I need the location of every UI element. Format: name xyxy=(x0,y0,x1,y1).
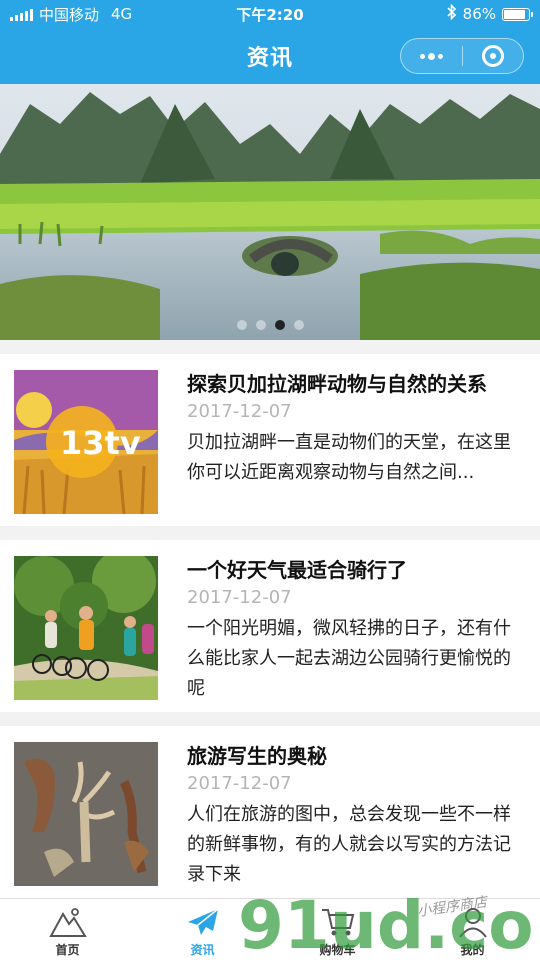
battery-percent: 86% xyxy=(462,5,496,23)
article-title: 旅游写生的奥秘 xyxy=(187,744,327,768)
article-thumbnail xyxy=(14,742,158,886)
nav-bar: 资讯 xyxy=(0,28,540,84)
page-title: 资讯 xyxy=(246,46,293,71)
banner-dot[interactable] xyxy=(236,320,247,330)
article-card[interactable]: 一个好天气最适合骑行了 2017-12-07 一个阳光明媚，微风轻拂的日子，还有… xyxy=(0,540,540,712)
tab-label: 我的 xyxy=(460,943,485,957)
banner-dot[interactable] xyxy=(255,320,266,330)
banner-dot[interactable] xyxy=(293,320,304,330)
close-mini-program-icon xyxy=(481,45,504,67)
app-screen: 中国移动 4G 下午2:20 86% 资讯 13tv 探索贝加拉湖畔动物与自然的… xyxy=(0,0,540,960)
tab-label: 资讯 xyxy=(190,943,215,957)
network-label: 4G xyxy=(111,5,133,23)
signal-icon xyxy=(10,7,33,21)
airplane-icon xyxy=(184,905,222,939)
article-date: 2017-12-07 xyxy=(187,587,292,608)
article-date: 2017-12-07 xyxy=(187,773,292,794)
thumbnail-logo-text: 13tv xyxy=(60,424,141,462)
article-card[interactable]: 13tv 探索贝加拉湖畔动物与自然的关系 2017-12-07 贝加拉湖畔一直是… xyxy=(0,354,540,526)
banner-indicator xyxy=(0,320,540,330)
banner-carousel[interactable] xyxy=(0,84,540,340)
user-icon xyxy=(454,905,492,939)
tab-cart[interactable]: 购物车 xyxy=(270,899,405,960)
tab-label: 购物车 xyxy=(319,943,356,957)
article-thumbnail: 13tv xyxy=(14,370,158,514)
status-bar: 中国移动 4G 下午2:20 86% xyxy=(0,0,540,28)
article-date: 2017-12-07 xyxy=(187,401,292,422)
article-description: 贝加拉湖畔一直是动物们的天堂，在这里你可以近距离观察动物与自然之间... xyxy=(187,432,511,483)
battery-fill xyxy=(504,9,525,19)
tab-home[interactable]: 首页 xyxy=(0,899,135,960)
banner-dot[interactable] xyxy=(274,320,285,330)
tab-profile[interactable]: 我的 xyxy=(405,899,540,960)
more-dots-icon xyxy=(419,52,443,60)
article-description: 一个阳光明媚，微风轻拂的日子，还有什么能比家人一起去湖边公园骑行更愉悦的呢 xyxy=(187,618,511,696)
article-list: 13tv 探索贝加拉湖畔动物与自然的关系 2017-12-07 贝加拉湖畔一直是… xyxy=(0,354,540,912)
capsule-menu xyxy=(400,38,524,74)
battery-icon xyxy=(502,7,533,21)
article-description: 人们在旅游的图中，总会发现一些不一样的新鲜事物，有的人就会以写实的方法记录下来 xyxy=(187,804,511,882)
bluetooth-icon xyxy=(447,3,457,24)
close-mini-program-button[interactable] xyxy=(463,39,524,73)
clock: 下午2:20 xyxy=(236,5,304,24)
tab-label: 首页 xyxy=(55,943,80,957)
article-title: 探索贝加拉湖畔动物与自然的关系 xyxy=(187,372,487,396)
carrier-label: 中国移动 xyxy=(39,5,100,24)
tab-bar: 首页 资讯 购物车 我的 xyxy=(0,898,540,960)
tab-news[interactable]: 资讯 xyxy=(135,899,270,960)
article-card[interactable]: 旅游写生的奥秘 2017-12-07 人们在旅游的图中，总会发现一些不一样的新鲜… xyxy=(0,726,540,898)
cart-icon xyxy=(319,905,357,939)
article-thumbnail xyxy=(14,556,158,700)
mountain-icon xyxy=(48,905,87,939)
article-title: 一个好天气最适合骑行了 xyxy=(187,558,407,582)
more-button[interactable] xyxy=(401,39,462,73)
banner-landscape-image xyxy=(0,84,540,340)
